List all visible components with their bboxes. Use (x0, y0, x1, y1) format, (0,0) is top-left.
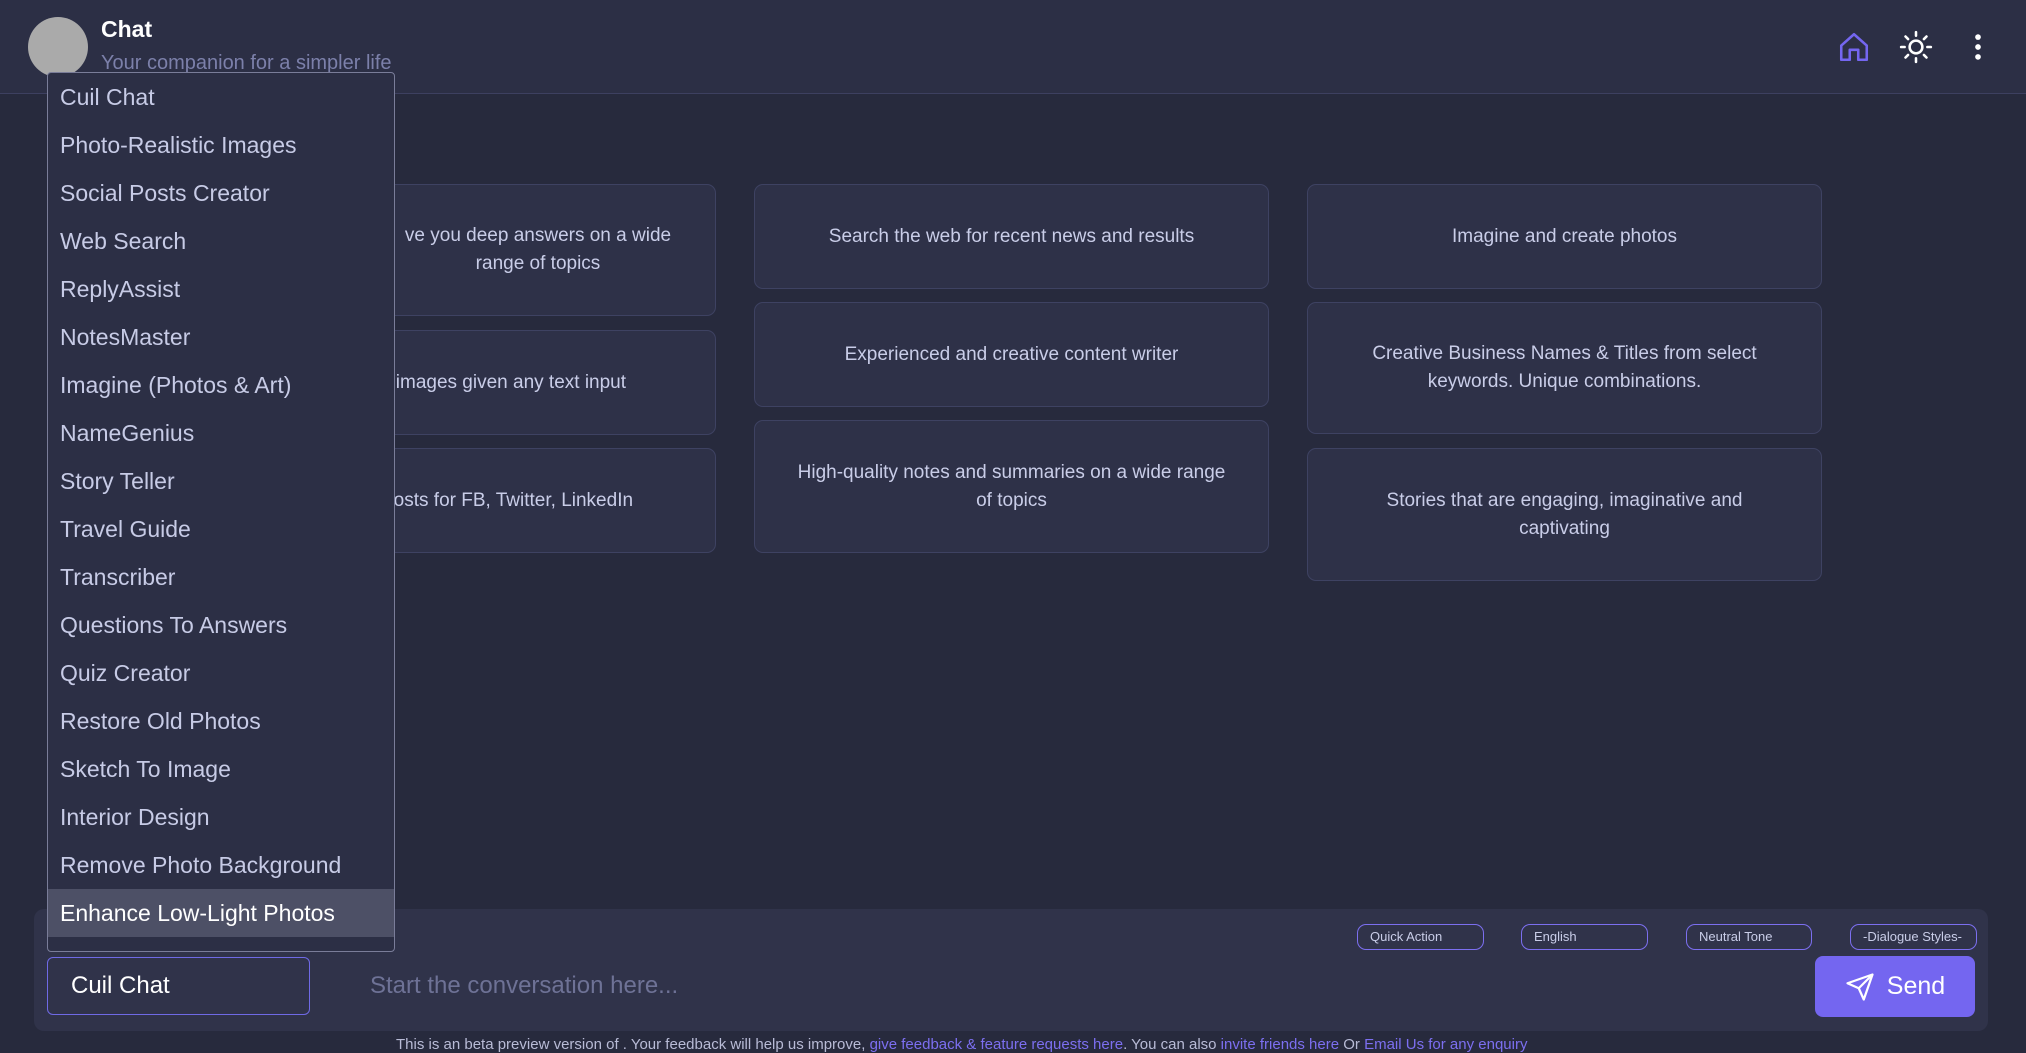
page-title: Chat (101, 16, 153, 42)
card[interactable]: c images given any text input (380, 330, 716, 435)
model-select[interactable]: Cuil Chat (47, 957, 310, 1015)
card-text: Imagine and create photos (1452, 225, 1677, 247)
card-text: ve you deep answers on a wide range of t… (404, 225, 672, 274)
feedback-link[interactable]: give feedback & feature requests here (870, 1036, 1124, 1053)
sun-icon[interactable] (1899, 30, 1933, 64)
card-text: Experienced and creative content writer (844, 343, 1179, 365)
quick-action-chip[interactable]: Quick Action (1357, 924, 1484, 950)
card-text: High-quality notes and summaries on a wi… (797, 461, 1226, 511)
footer-text: This is an beta preview version of . You… (396, 1036, 870, 1053)
card[interactable]: Search the web for recent news and resul… (754, 184, 1269, 289)
card-text: Creative Business Names & Titles from se… (1372, 343, 1757, 392)
card-text: Stories that are engaging, imaginative a… (1386, 489, 1743, 539)
send-icon (1846, 972, 1874, 1001)
dropdown-item-story-teller[interactable]: Story Teller (48, 457, 394, 505)
card[interactable]: Stories that are engaging, imaginative a… (1307, 448, 1822, 581)
card[interactable]: Posts for FB, Twitter, LinkedIn (380, 448, 716, 553)
send-button[interactable]: Send (1815, 956, 1975, 1017)
dropdown-item-replyassist[interactable]: ReplyAssist (48, 265, 394, 313)
dropdown-item-cuil-chat[interactable]: Cuil Chat (48, 73, 394, 121)
card-text: Search the web for recent news and resul… (828, 225, 1195, 247)
dialogue-style-chip[interactable]: -Dialogue Styles- (1850, 924, 1977, 950)
dropdown-item-sketch-to-image[interactable]: Sketch To Image (48, 745, 394, 793)
card[interactable]: High-quality notes and summaries on a wi… (754, 420, 1269, 553)
footer-text: . You can also (1123, 1036, 1221, 1053)
dropdown-item-web-search[interactable]: Web Search (48, 217, 394, 265)
dropdown-item-travel-guide[interactable]: Travel Guide (48, 505, 394, 553)
model-dropdown-menu: Cuil Chat Photo-Realistic Images Social … (47, 72, 395, 952)
card[interactable]: Imagine and create photos (1307, 184, 1822, 289)
dropdown-item-enhance-low-light-photos[interactable]: Enhance Low-Light Photos (48, 889, 394, 937)
card-text: Posts for FB, Twitter, LinkedIn (381, 489, 634, 511)
message-input[interactable] (370, 960, 1770, 1012)
invite-link[interactable]: invite friends here (1221, 1036, 1339, 1053)
email-link[interactable]: Email Us for any enquiry (1364, 1036, 1527, 1053)
dropdown-item-namegenius[interactable]: NameGenius (48, 409, 394, 457)
footer-notice: This is an beta preview version of . You… (396, 1036, 1527, 1053)
card[interactable]: ve you deep answers on a wide range of t… (380, 184, 716, 316)
dropdown-item-photo-realistic-images[interactable]: Photo-Realistic Images (48, 121, 394, 169)
dropdown-item-restore-old-photos[interactable]: Restore Old Photos (48, 697, 394, 745)
dropdown-item-questions-to-answers[interactable]: Questions To Answers (48, 601, 394, 649)
dropdown-item-imagine[interactable]: Imagine (Photos & Art) (48, 361, 394, 409)
language-chip[interactable]: English (1521, 924, 1648, 950)
dropdown-item-interior-design[interactable]: Interior Design (48, 793, 394, 841)
send-label: Send (1886, 972, 1946, 1000)
footer-text: Or (1339, 1036, 1365, 1053)
dropdown-item-social-posts-creator[interactable]: Social Posts Creator (48, 169, 394, 217)
card-text: c images given any text input (381, 371, 627, 393)
avatar[interactable] (28, 17, 88, 77)
card[interactable]: Creative Business Names & Titles from se… (1307, 302, 1822, 434)
card[interactable]: Experienced and creative content writer (754, 302, 1269, 407)
dropdown-item-quiz-creator[interactable]: Quiz Creator (48, 649, 394, 697)
more-vertical-icon[interactable] (1961, 30, 1995, 64)
tone-chip[interactable]: Neutral Tone (1686, 924, 1812, 950)
dropdown-item-notesmaster[interactable]: NotesMaster (48, 313, 394, 361)
dropdown-item-transcriber[interactable]: Transcriber (48, 553, 394, 601)
home-icon[interactable] (1837, 30, 1871, 64)
dropdown-item-remove-photo-background[interactable]: Remove Photo Background (48, 841, 394, 889)
